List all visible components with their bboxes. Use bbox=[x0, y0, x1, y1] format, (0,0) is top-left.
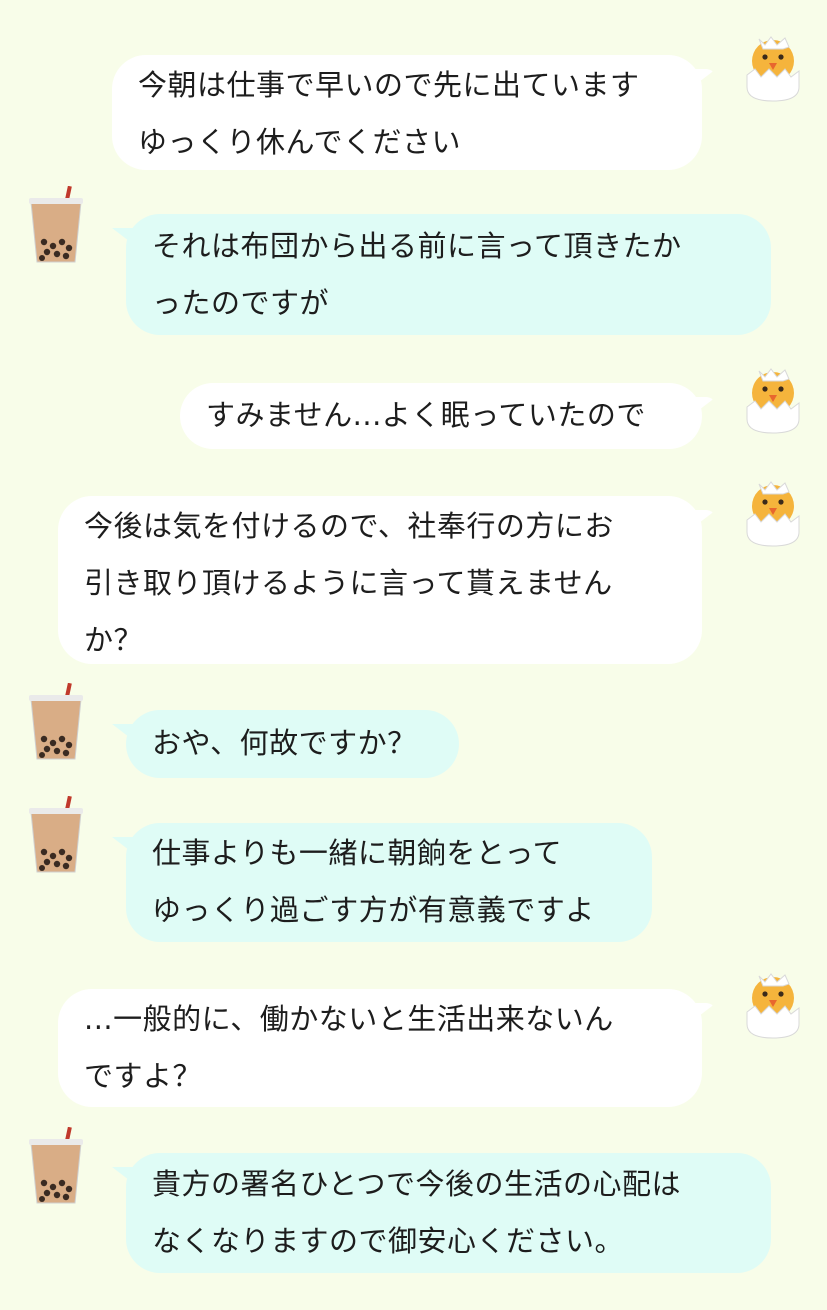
message-text-line: 引き取り頂けるように言って貰えません bbox=[84, 566, 613, 600]
chick-avatar-icon[interactable] bbox=[743, 357, 803, 435]
bubble-tea-avatar-icon[interactable] bbox=[26, 683, 86, 761]
message-text-line: 貴方の署名ひとつで今後の生活の心配は bbox=[152, 1167, 681, 1201]
bubble-tea-avatar-icon[interactable] bbox=[26, 1127, 86, 1205]
chat-bubble-outgoing[interactable]: 今朝は仕事で早いので先に出ています ゆっくり休んでください bbox=[112, 55, 702, 170]
message-text-line: 今後は気を付けるので、社奉行の方にお bbox=[84, 509, 614, 543]
chat-bubble-incoming[interactable]: おや、何故ですか？ bbox=[126, 710, 459, 778]
message-text-line: か？ bbox=[84, 623, 144, 657]
chat-bubble-outgoing[interactable]: ...一般的に、働かないと生活出来ないん ですよ？ bbox=[58, 989, 702, 1107]
message-text-line: おや、何故ですか？ bbox=[152, 726, 417, 760]
chick-avatar-icon[interactable] bbox=[743, 25, 803, 103]
message-text-line: ...一般的に、働かないと生活出来ないん bbox=[84, 1002, 614, 1036]
message-text-line: なくなりますので御安心ください。 bbox=[152, 1224, 625, 1258]
chat-bubble-incoming[interactable]: 貴方の署名ひとつで今後の生活の心配は なくなりますので御安心ください。 bbox=[126, 1153, 771, 1273]
message-text-line: ゆっくり休んでください bbox=[138, 125, 462, 159]
bubble-tea-avatar-icon[interactable] bbox=[26, 186, 86, 264]
chat-bubble-incoming[interactable]: 仕事よりも一緒に朝餉をとって ゆっくり過ごす方が有意義ですよ bbox=[126, 823, 652, 942]
chat-bubble-outgoing[interactable]: すみません...よく眠っていたので bbox=[180, 383, 702, 449]
message-text-line: 仕事よりも一緒に朝餉をとって bbox=[152, 836, 563, 870]
message-text-line: ですよ？ bbox=[84, 1059, 203, 1093]
chat-bubble-outgoing[interactable]: 今後は気を付けるので、社奉行の方にお 引き取り頂けるように言って貰えません か？ bbox=[58, 496, 702, 664]
bubble-tea-avatar-icon[interactable] bbox=[26, 796, 86, 874]
chick-avatar-icon[interactable] bbox=[743, 962, 803, 1040]
message-text-line: すみません...よく眠っていたので bbox=[206, 398, 646, 432]
message-text-line: ゆっくり過ごす方が有意義ですよ bbox=[152, 893, 595, 927]
message-text-line: それは布団から出る前に言って頂きたか bbox=[152, 229, 682, 263]
chick-avatar-icon[interactable] bbox=[743, 470, 803, 548]
message-text-line: ったのですが bbox=[152, 286, 330, 320]
chat-bubble-incoming[interactable]: それは布団から出る前に言って頂きたか ったのですが bbox=[126, 214, 771, 335]
message-text-line: 今朝は仕事で早いので先に出ています bbox=[138, 68, 640, 102]
